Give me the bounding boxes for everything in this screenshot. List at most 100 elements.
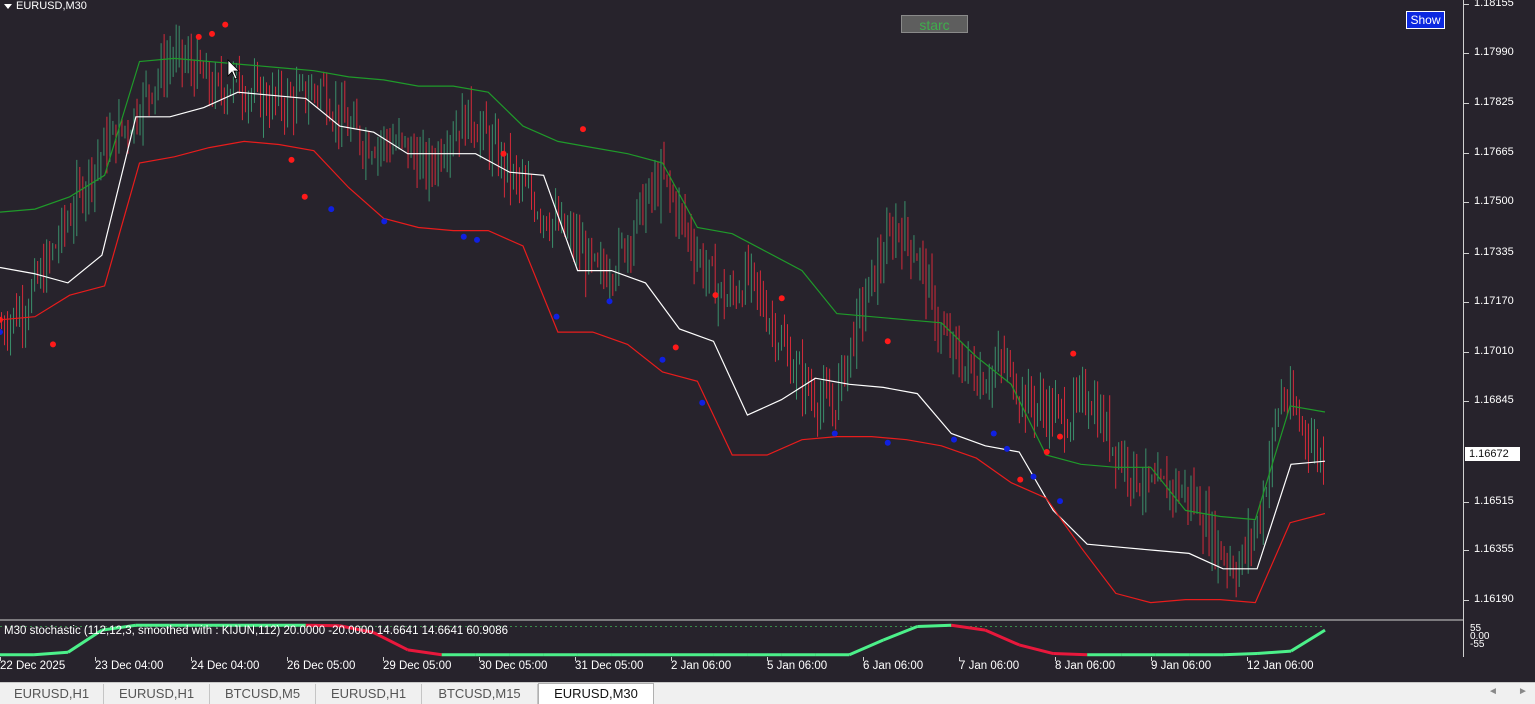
signal-dot-up [1057,434,1063,440]
price-tick [1464,352,1469,353]
price-label: 1.17170 [1474,295,1514,307]
signal-dot-down [1057,498,1063,504]
price-tick [1464,401,1469,402]
time-label: 24 Dec 04:00 [191,660,259,672]
stochastic-segment [1223,654,1257,655]
signal-dot-up [580,126,586,132]
stochastic-segment [985,630,1019,645]
price-label: 1.17010 [1474,345,1514,357]
price-tick [1464,600,1469,601]
signal-dot-up [779,295,785,301]
time-label: 31 Dec 05:00 [575,660,643,672]
time-label: 29 Dec 05:00 [383,660,451,672]
signal-dot-up [289,157,295,163]
scroll-left-icon[interactable]: ◄ [1488,686,1498,697]
signal-dot-down [1004,446,1010,452]
signal-dot-up [50,341,56,347]
time-label: 23 Dec 04:00 [95,660,163,672]
signal-dot-up [885,338,891,344]
signal-dot-down [885,440,891,446]
time-axis[interactable]: 22 Dec 2025 23 Dec 04:00 24 Dec 04:00 26 De… [0,657,1463,679]
candlestick-series [2,25,1324,598]
stochastic-segment [1019,645,1053,654]
chart-tab[interactable]: EURUSD,H1 [316,684,422,704]
price-tick [1464,550,1469,551]
show-button[interactable]: Show [1406,11,1445,29]
price-label: 1.17665 [1474,146,1514,158]
signal-dot-down [699,400,705,406]
price-tick [1464,4,1469,5]
stochastic-segment [34,652,68,654]
time-label: 9 Jan 06:00 [1151,660,1211,672]
symbol-title[interactable]: EURUSD,M30 [4,0,87,12]
price-label: 1.18155 [1474,0,1514,9]
signal-dot-up [222,22,228,28]
price-label: 1.16845 [1474,394,1514,406]
time-label: 5 Jan 06:00 [767,660,827,672]
price-tick [1464,502,1469,503]
price-label: 1.16515 [1474,495,1514,507]
signal-dot-up [713,292,719,298]
price-chart[interactable] [0,0,1463,657]
signal-dot-up [1044,449,1050,455]
indicator-label: M30 stochastic (112,12,3, smoothed with … [4,625,508,637]
signal-dot-down [474,237,480,243]
signal-dot-down [1031,474,1037,480]
price-tick [1464,302,1469,303]
signal-dot-down [381,218,387,224]
chart-tab[interactable]: BTCUSD,M15 [422,684,538,704]
dropdown-triangle-icon[interactable] [4,4,12,9]
price-axis[interactable]: 1.16672 1.181551.179901.178251.176651.17… [1463,0,1535,657]
signal-dot-down [660,357,666,363]
chart-tab-bar: ◄ ► EURUSD,H1EURUSD,H1BTCUSD,M5EURUSD,H1… [0,682,1535,704]
signal-dot-down [832,431,838,437]
price-tick [1464,202,1469,203]
chart-tab[interactable]: EURUSD,H1 [104,684,210,704]
symbol-title-text: EURUSD,M30 [16,0,87,12]
stochastic-segment [1291,630,1325,651]
time-label: 30 Dec 05:00 [479,660,547,672]
price-tick [1464,253,1469,254]
time-label: 6 Jan 06:00 [863,660,923,672]
stochastic-level-label: -55 [1470,639,1484,650]
time-label: 12 Jan 06:00 [1247,660,1314,672]
signal-dot-down [554,314,560,320]
price-tick [1464,53,1469,54]
price-label: 1.16190 [1474,593,1514,605]
stochastic-segment [1257,651,1291,653]
signal-dot-up [1070,351,1076,357]
stochastic-segment [1053,654,1087,655]
stochastic-segment [917,625,951,626]
signal-dot-up [1017,477,1023,483]
signal-dot-up [501,151,507,157]
price-tick [1464,153,1469,154]
price-label: 1.17825 [1474,96,1514,108]
band-lines [0,58,1325,602]
signal-dot-up [673,344,679,350]
signal-dot-down [991,431,997,437]
price-label: 1.17335 [1474,246,1514,258]
signal-dot-up [209,31,215,37]
signal-dot-down [328,206,334,212]
starc-button[interactable]: starc [901,15,968,33]
price-label: 1.17990 [1474,46,1514,58]
chart-tab[interactable]: EURUSD,M30 [538,683,654,704]
time-label: 8 Jan 06:00 [1055,660,1115,672]
signal-dot-down [951,437,957,443]
chart-tab[interactable]: BTCUSD,M5 [210,684,316,704]
lower-band-line [0,141,1325,602]
signal-dot-up [302,194,308,200]
signal-dots [0,22,1076,505]
upper-band-line [0,58,1325,519]
signal-dot-up [196,34,202,40]
time-label: 7 Jan 06:00 [959,660,1019,672]
signal-dot-down [461,234,467,240]
stochastic-segment [883,626,917,640]
time-label: 2 Jan 06:00 [671,660,731,672]
time-label: 22 Dec 2025 [0,660,65,672]
signal-dot-down [0,329,3,335]
signal-dot-up [0,317,3,323]
chart-tab[interactable]: EURUSD,H1 [0,684,104,704]
time-label: 26 Dec 05:00 [287,660,355,672]
scroll-right-icon[interactable]: ► [1518,686,1528,697]
